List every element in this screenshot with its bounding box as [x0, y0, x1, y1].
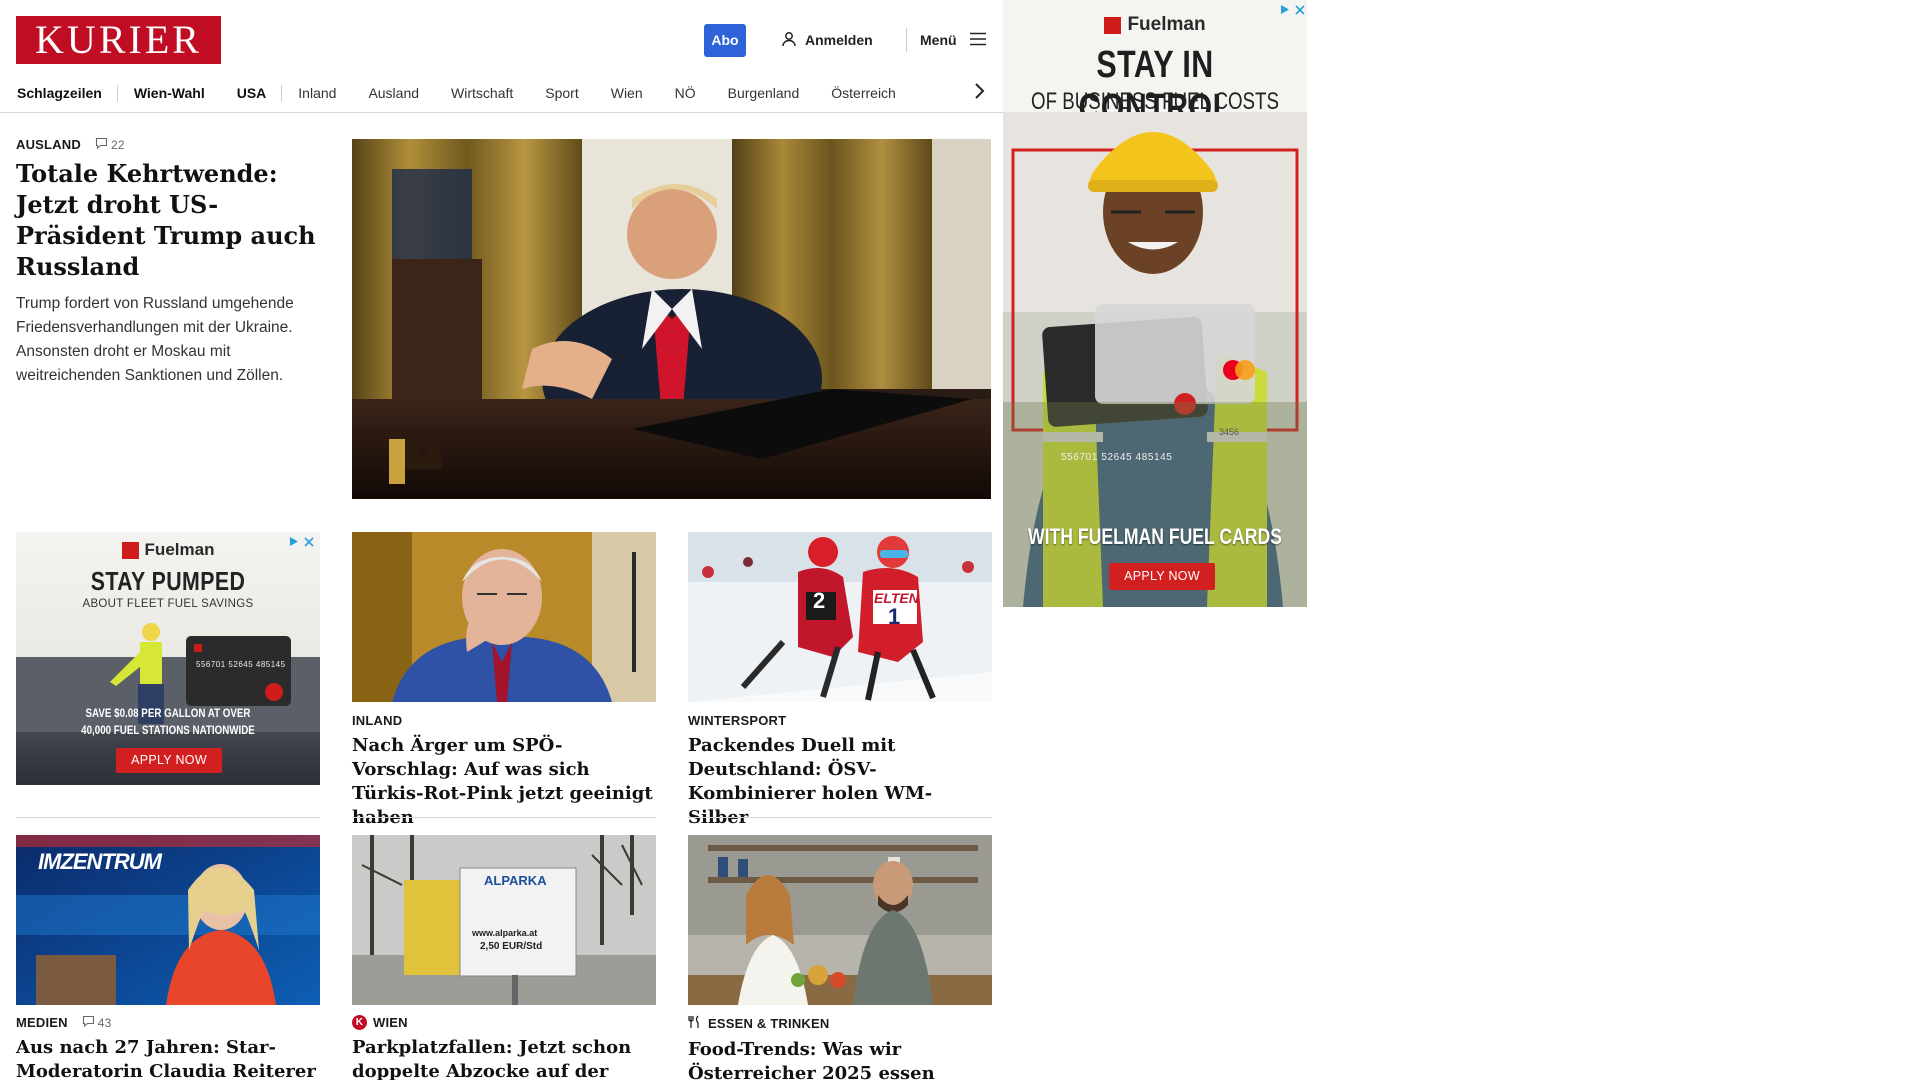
nav-item-wien[interactable]: Wien — [595, 74, 659, 112]
news-site: KURIER Abo Anmelden Menü Schlagzeilen Wi… — [0, 0, 1003, 1080]
card-photo-skiers[interactable]: 2 ELTEN 1 — [688, 532, 992, 702]
ad-large-apply-button[interactable]: APPLY NOW — [1109, 563, 1215, 590]
nav-scroll-right-button[interactable] — [966, 77, 992, 109]
card-wien-kicker: K WIEN — [352, 1015, 654, 1030]
lead-story[interactable]: AUSLAND 22 Totale Kehrtwende: Jetzt droh… — [16, 137, 316, 388]
lead-headline[interactable]: Totale Kehrtwende: Jetzt droht US-Präsid… — [16, 158, 316, 282]
card-medien-comment-count: 43 — [97, 1015, 112, 1030]
kurier-plus-badge: K — [352, 1015, 367, 1030]
ad-small-offer-2: 40,000 FUEL STATIONS NATIONWIDE — [81, 725, 255, 737]
card-medien-kicker-label: MEDIEN — [16, 1015, 68, 1030]
nav-item-wien-wahl[interactable]: Wien-Wahl — [118, 74, 221, 112]
menu-button[interactable]: Menü — [920, 28, 987, 52]
lead-kicker-label: AUSLAND — [16, 137, 81, 152]
ad-small-offer-1: SAVE $0.08 PER GALLON AT OVER — [85, 708, 251, 720]
fork-knife-icon — [688, 1015, 702, 1032]
nav-item-usa[interactable]: USA — [221, 74, 283, 112]
abo-button[interactable]: Abo — [704, 24, 746, 57]
nav-item-burgenland[interactable]: Burgenland — [712, 74, 816, 112]
ad-large-card-last: 3456 — [1219, 427, 1240, 437]
menu-label: Menü — [920, 32, 957, 48]
card-essen[interactable]: ESSEN & TRINKEN Food-Trends: Was wir Öst… — [688, 1015, 990, 1080]
comment-icon — [95, 137, 108, 152]
card-inland[interactable]: INLAND Nach Ärger um SPÖ-Vorschlag: Auf … — [352, 713, 654, 830]
card-photo-presenter[interactable]: IMZENTRUM — [16, 835, 320, 1005]
skier-bib-right: 1 — [888, 604, 901, 629]
ad-small-headline: STAY PUMPED — [90, 566, 246, 596]
ad-large-tagline: WITH FUELMAN FUEL CARDS — [1028, 524, 1282, 549]
row-divider-right — [688, 817, 992, 818]
card-photo-kitchen[interactable] — [688, 835, 992, 1005]
ad-large-card-number: 556701 52645 485145 — [1061, 452, 1173, 463]
section-nav: Schlagzeilen Wien-Wahl USA Inland Auslan… — [0, 74, 1003, 113]
fuelman-logo-icon — [1104, 16, 1122, 34]
comment-icon — [82, 1015, 95, 1030]
ad-large-brand: Fuelman — [1003, 14, 1307, 36]
card-essen-kicker-label: ESSEN & TRINKEN — [708, 1016, 830, 1031]
card-medien[interactable]: MEDIEN 43 Aus nach 27 Jahren: Star-Moder… — [16, 1015, 318, 1080]
card-wintersport-kicker: WINTERSPORT — [688, 713, 787, 728]
ad-small-brand-label: Fuelman — [144, 540, 215, 559]
chevron-right-icon — [973, 82, 985, 105]
section-nav-list: Schlagzeilen Wien-Wahl USA Inland Auslan… — [17, 74, 912, 112]
card-medien-headline[interactable]: Aus nach 27 Jahren: Star-Moderatorin Cla… — [16, 1036, 318, 1080]
skier-bib-left: 2 — [813, 588, 826, 613]
ad-small-subline: ABOUT FLEET FUEL SAVINGS — [82, 598, 254, 610]
parking-sign-url: www.alparka.at — [472, 928, 538, 938]
card-wintersport[interactable]: WINTERSPORT Packendes Duell mit Deutschl… — [688, 713, 990, 830]
nav-item-ausland[interactable]: Ausland — [352, 74, 435, 112]
kurier-logo[interactable]: KURIER — [16, 16, 221, 64]
card-medien-comments[interactable]: 43 — [82, 1015, 112, 1030]
fuelman-ad-small[interactable]: Fuelman STAY PUMPED ABOUT FLEET FUEL SAV… — [16, 532, 320, 785]
row-divider-mid — [352, 817, 656, 818]
fuelman-logo-icon — [121, 541, 139, 559]
card-essen-kicker: ESSEN & TRINKEN — [688, 1015, 990, 1032]
card-wien-kicker-label: WIEN — [373, 1015, 408, 1030]
nav-item-oesterreich[interactable]: Österreich — [815, 74, 912, 112]
ad-small-brand: Fuelman — [16, 540, 320, 560]
lead-photo[interactable] — [352, 139, 991, 499]
header-divider — [906, 28, 907, 52]
card-photo-parking-sign[interactable]: ALPARKA www.alparka.at 2,50 EUR/Std — [352, 835, 656, 1005]
parking-sign-price: 2,50 EUR/Std — [480, 941, 543, 952]
parking-sign-brand: ALPARKA — [484, 873, 547, 888]
ad-large-brand-label: Fuelman — [1127, 14, 1206, 35]
card-medien-kicker: MEDIEN 43 — [16, 1015, 318, 1030]
nav-item-wirtschaft[interactable]: Wirtschaft — [435, 74, 529, 112]
row-divider-left — [16, 817, 320, 818]
nav-item-schlagzeilen[interactable]: Schlagzeilen — [17, 74, 118, 112]
fuelman-ad-large[interactable]: Fuelman STAY IN CONTROL OF BUSINESS FUEL… — [1003, 0, 1307, 607]
lead-comment-count: 22 — [110, 137, 125, 152]
card-essen-headline[interactable]: Food-Trends: Was wir Österreicher 2025 e… — [688, 1038, 990, 1080]
card-inland-headline[interactable]: Nach Ärger um SPÖ-Vorschlag: Auf was sic… — [352, 734, 654, 830]
user-icon — [781, 31, 797, 50]
card-wien-headline[interactable]: Parkplatzfallen: Jetzt schon doppelte Ab… — [352, 1036, 654, 1080]
tv-show-caption: IMZENTRUM — [38, 849, 162, 874]
nav-item-noe[interactable]: NÖ — [659, 74, 712, 112]
lead-teaser: Trump fordert von Russland umgehende Fri… — [16, 295, 294, 384]
ad-small-apply-button[interactable]: APPLY NOW — [116, 748, 222, 773]
card-inland-kicker: INLAND — [352, 713, 403, 728]
hamburger-icon — [969, 32, 987, 49]
login-button[interactable]: Anmelden — [781, 28, 873, 52]
nav-item-sport[interactable]: Sport — [529, 74, 594, 112]
ad-small-card-number: 556701 52645 485145 — [196, 660, 286, 669]
card-wintersport-headline[interactable]: Packendes Duell mit Deutschland: ÖSV-Kom… — [688, 734, 990, 830]
login-label: Anmelden — [805, 32, 873, 48]
lead-kicker: AUSLAND 22 — [16, 137, 316, 152]
lead-comments[interactable]: 22 — [95, 137, 125, 152]
card-wien[interactable]: K WIEN Parkplatzfallen: Jetzt schon dopp… — [352, 1015, 654, 1080]
nav-item-inland[interactable]: Inland — [282, 74, 352, 112]
card-photo-politician[interactable] — [352, 532, 656, 702]
